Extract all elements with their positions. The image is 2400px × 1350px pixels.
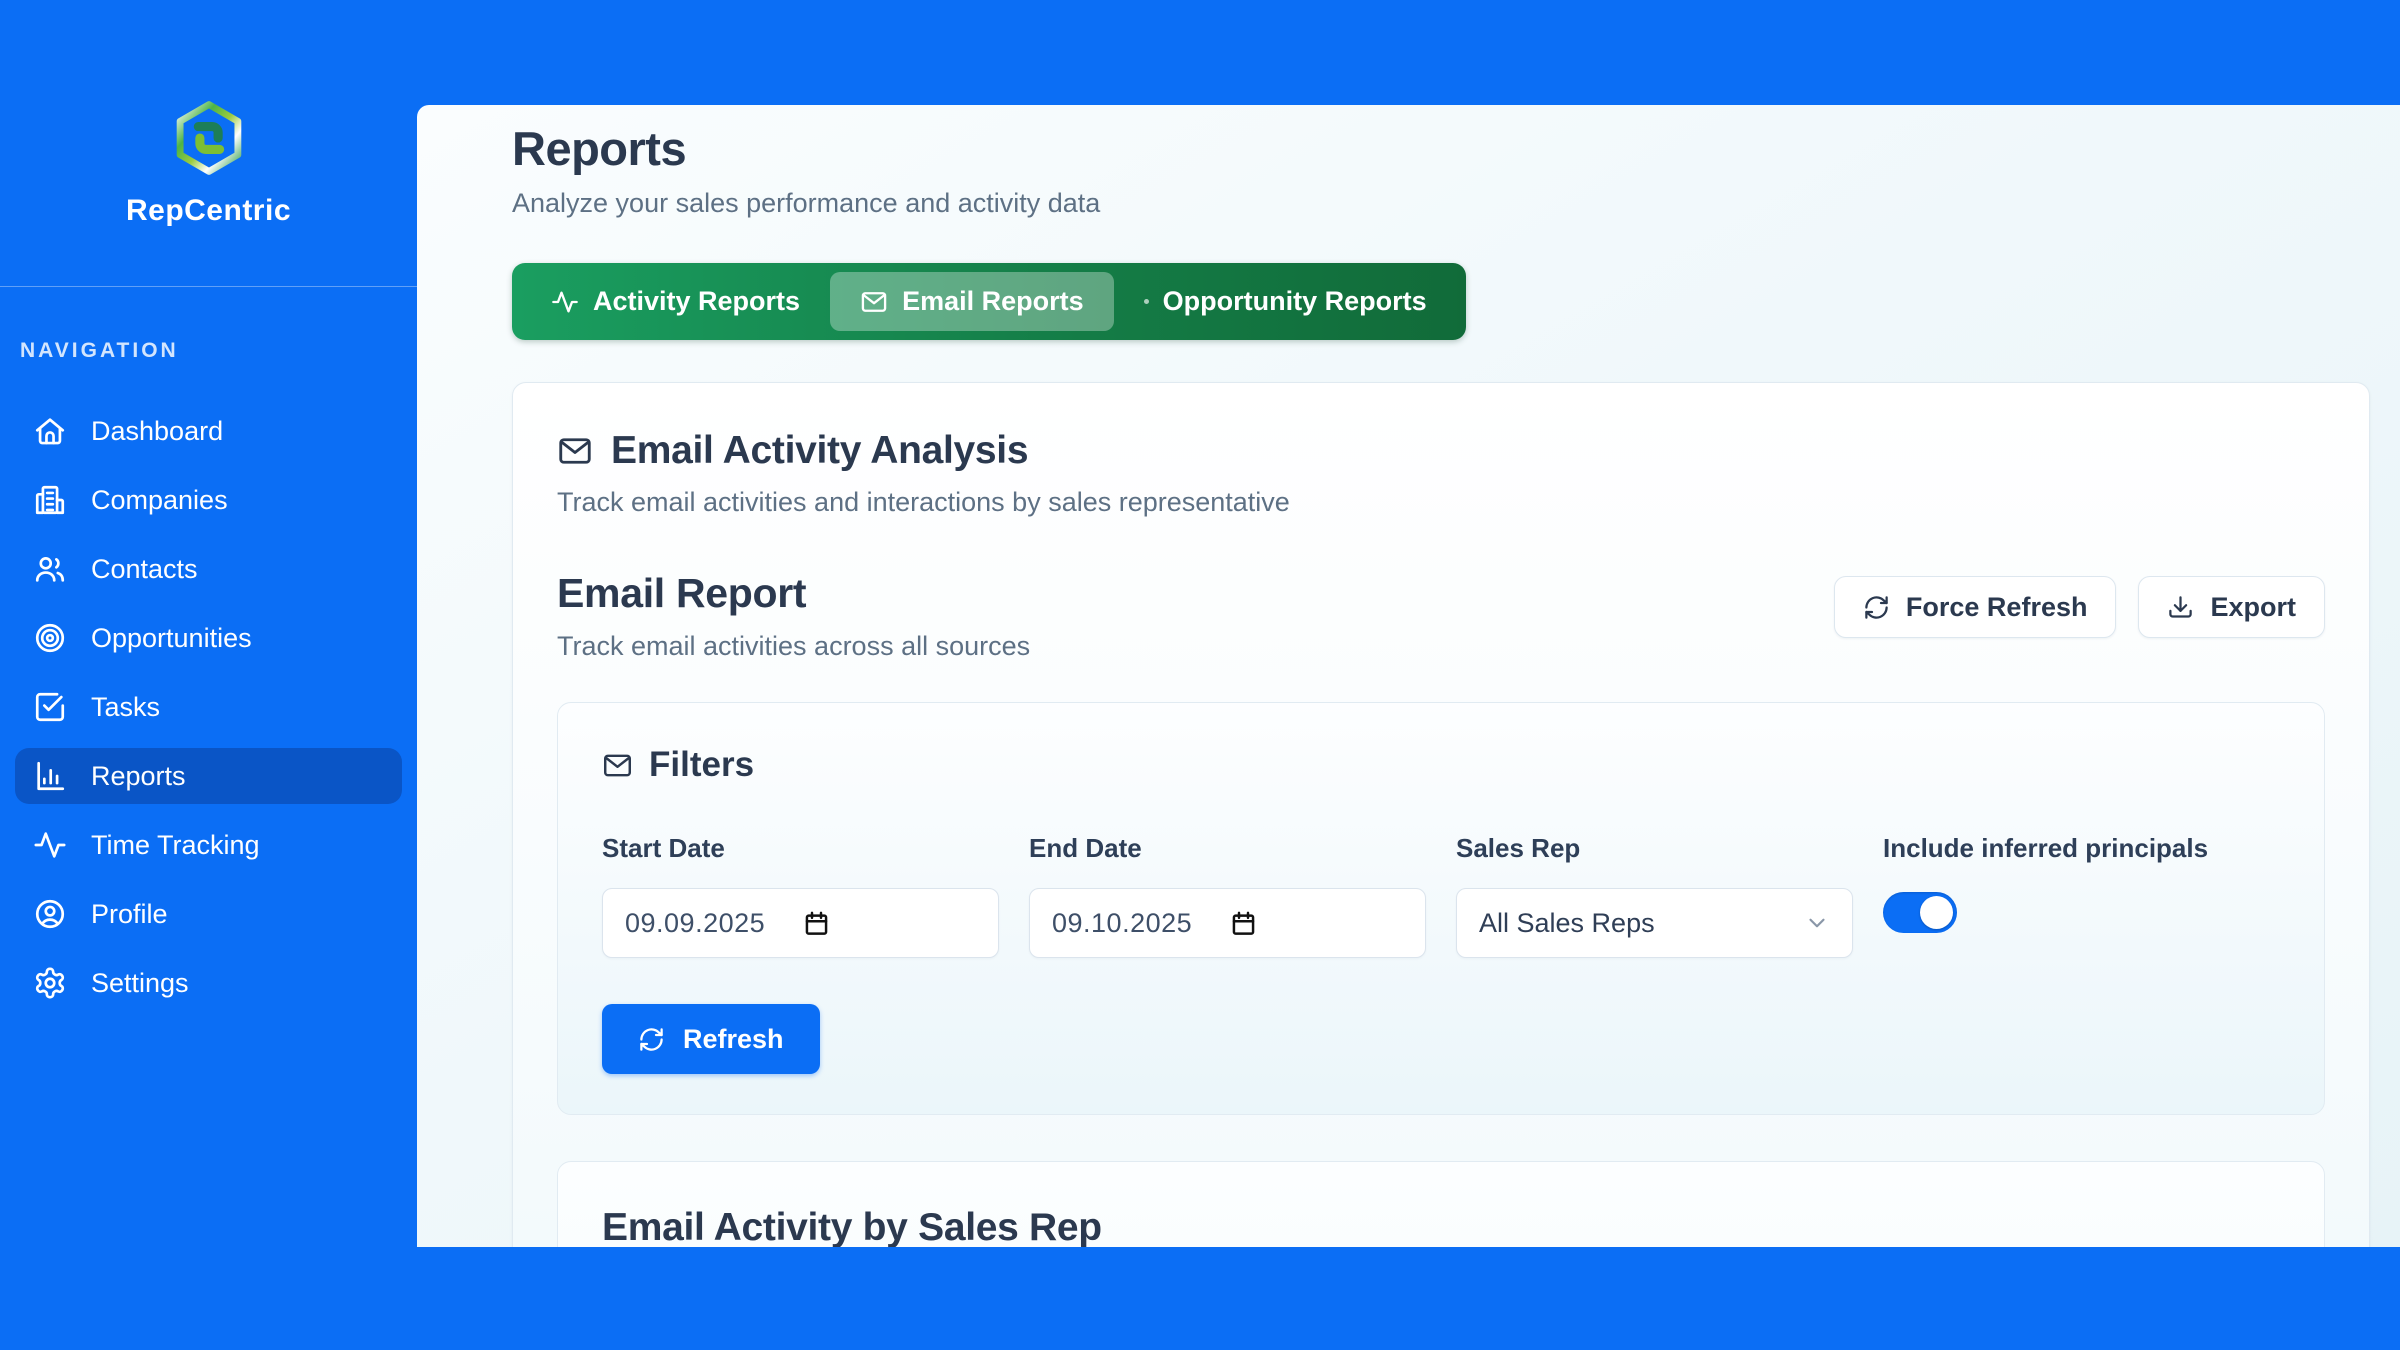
start-date-label: Start Date — [602, 833, 999, 864]
byrep-title: Email Activity by Sales Rep — [602, 1206, 2280, 1247]
section-title: Email Activity Analysis — [611, 429, 1028, 473]
end-date-input[interactable]: 09.10.2025 — [1029, 888, 1426, 958]
tab-label: Email Reports — [902, 286, 1084, 317]
nav-list: Dashboard Companies Contacts Opportuniti… — [0, 403, 417, 1011]
bar-chart-icon — [33, 759, 67, 793]
logo-block: RepCentric — [0, 0, 417, 228]
refresh-icon — [638, 1026, 665, 1053]
sidebar-item-label: Companies — [91, 485, 228, 516]
sales-rep-label: Sales Rep — [1456, 833, 1853, 864]
page-title: Reports — [512, 121, 2370, 176]
calendar-icon[interactable] — [803, 910, 830, 937]
dot-icon — [1144, 299, 1149, 304]
sales-rep-value: All Sales Reps — [1479, 908, 1655, 939]
end-date-label: End Date — [1029, 833, 1426, 864]
activity-icon — [33, 828, 67, 862]
sidebar-item-contacts[interactable]: Contacts — [15, 541, 402, 597]
report-title: Email Report — [557, 570, 1030, 617]
activity-icon — [551, 288, 579, 316]
repcentric-logo-icon — [171, 100, 247, 176]
sidebar-item-label: Tasks — [91, 692, 160, 723]
mail-icon — [557, 433, 593, 469]
sidebar-item-label: Dashboard — [91, 416, 223, 447]
report-tabs: Activity Reports Email Reports Opportuni… — [512, 263, 1466, 340]
users-icon — [33, 552, 67, 586]
mail-icon — [602, 750, 633, 781]
page-subtitle: Analyze your sales performance and activ… — [512, 188, 2370, 219]
sidebar-item-label: Opportunities — [91, 623, 252, 654]
tab-label: Opportunity Reports — [1163, 286, 1427, 317]
sidebar-item-tasks[interactable]: Tasks — [15, 679, 402, 735]
sidebar-item-reports[interactable]: Reports — [15, 748, 402, 804]
sidebar: RepCentric NAVIGATION Dashboard Companie… — [0, 0, 417, 1350]
export-button[interactable]: Export — [2138, 576, 2325, 638]
tab-label: Activity Reports — [593, 286, 800, 317]
sidebar-item-companies[interactable]: Companies — [15, 472, 402, 528]
force-refresh-button[interactable]: Force Refresh — [1834, 576, 2117, 638]
building-icon — [33, 483, 67, 517]
target-icon — [33, 621, 67, 655]
export-label: Export — [2210, 592, 2296, 623]
end-date-field-group: End Date 09.10.2025 — [1029, 833, 1426, 958]
refresh-label: Refresh — [683, 1024, 784, 1055]
toggle-knob — [1920, 896, 1953, 929]
app-name: RepCentric — [126, 194, 291, 228]
report-heading-block: Email Report Track email activities acro… — [557, 570, 1030, 662]
sidebar-item-label: Time Tracking — [91, 830, 260, 861]
inferred-principals-label: Include inferred principals — [1883, 833, 2280, 864]
inferred-principals-field-group: Include inferred principals — [1883, 833, 2280, 958]
sidebar-item-dashboard[interactable]: Dashboard — [15, 403, 402, 459]
report-subtitle: Track email activities across all source… — [557, 631, 1030, 662]
email-activity-by-rep-card: Email Activity by Sales Rep Summary of e… — [557, 1161, 2325, 1247]
gear-icon — [33, 966, 67, 1000]
sidebar-item-opportunities[interactable]: Opportunities — [15, 610, 402, 666]
refresh-icon — [1863, 594, 1890, 621]
calendar-icon[interactable] — [1230, 910, 1257, 937]
sales-rep-select[interactable]: All Sales Reps — [1456, 888, 1853, 958]
sidebar-item-label: Reports — [91, 761, 186, 792]
mail-icon — [860, 288, 888, 316]
chevron-down-icon — [1804, 910, 1830, 936]
email-analysis-card: Email Activity Analysis Track email acti… — [512, 382, 2370, 1247]
nav-section-label: NAVIGATION — [0, 287, 417, 363]
inferred-principals-toggle[interactable] — [1883, 892, 1957, 933]
start-date-input[interactable]: 09.09.2025 — [602, 888, 999, 958]
download-icon — [2167, 594, 2194, 621]
sidebar-item-label: Settings — [91, 968, 189, 999]
start-date-value: 09.09.2025 — [625, 908, 765, 939]
filters-title: Filters — [649, 745, 754, 785]
home-icon — [33, 414, 67, 448]
tab-email-reports[interactable]: Email Reports — [830, 272, 1114, 331]
tab-opportunity-reports[interactable]: Opportunity Reports — [1114, 272, 1457, 331]
section-subtitle: Track email activities and interactions … — [557, 487, 2325, 518]
filters-card: Filters Start Date 09.09.2025 End Date — [557, 702, 2325, 1115]
sidebar-item-label: Profile — [91, 899, 168, 930]
sidebar-item-time-tracking[interactable]: Time Tracking — [15, 817, 402, 873]
sidebar-item-label: Contacts — [91, 554, 198, 585]
sidebar-item-profile[interactable]: Profile — [15, 886, 402, 942]
sales-rep-field-group: Sales Rep All Sales Reps — [1456, 833, 1853, 958]
check-square-icon — [33, 690, 67, 724]
refresh-button[interactable]: Refresh — [602, 1004, 820, 1074]
end-date-value: 09.10.2025 — [1052, 908, 1192, 939]
main-panel: Reports Analyze your sales performance a… — [417, 105, 2400, 1247]
user-circle-icon — [33, 897, 67, 931]
force-refresh-label: Force Refresh — [1906, 592, 2088, 623]
sidebar-item-settings[interactable]: Settings — [15, 955, 402, 1011]
start-date-field-group: Start Date 09.09.2025 — [602, 833, 999, 958]
tab-activity-reports[interactable]: Activity Reports — [521, 272, 830, 331]
